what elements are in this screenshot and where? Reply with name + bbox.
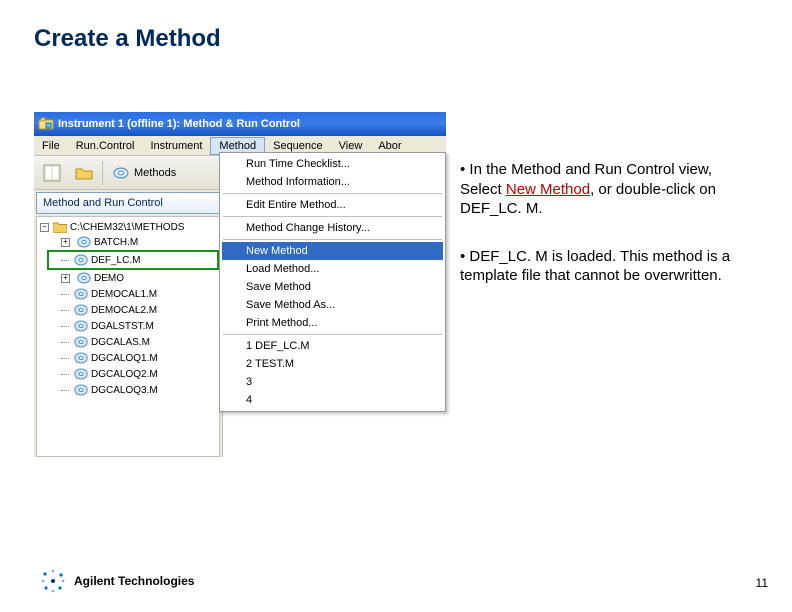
tree-item-label: DEMO — [94, 273, 124, 284]
tree-connector — [61, 358, 69, 359]
tree-item[interactable]: DGCALOQ1.M — [37, 350, 219, 366]
page-number: 11 — [756, 576, 768, 590]
menu-separator — [223, 334, 442, 335]
bullet-2: • DEF_LC. M is loaded. This method is a … — [460, 247, 750, 286]
tree-item[interactable]: + BATCH.M — [37, 234, 219, 250]
menu-item[interactable]: New Method — [222, 242, 443, 260]
method-icon — [111, 163, 131, 183]
menu-separator — [223, 239, 442, 240]
menu-separator — [223, 193, 442, 194]
minus-icon[interactable]: − — [40, 223, 49, 232]
tree-item-label: DEMOCAL1.M — [91, 289, 157, 300]
menu-separator — [223, 216, 442, 217]
menu-item[interactable]: Load Method... — [222, 260, 443, 278]
menu-file[interactable]: File — [34, 136, 68, 155]
tree-item[interactable]: DEMOCAL1.M — [37, 286, 219, 302]
method-file-icon — [77, 272, 91, 284]
menu-instrument[interactable]: Instrument — [142, 136, 210, 155]
method-file-icon — [74, 368, 88, 380]
tree-connector — [61, 260, 69, 261]
method-file-icon — [74, 254, 88, 266]
nav-header[interactable]: Method and Run Control — [36, 192, 220, 214]
tree-connector — [61, 390, 69, 391]
window-titlebar: Instrument 1 (offline 1): Method & Run C… — [34, 112, 446, 136]
spark-icon — [40, 568, 66, 594]
toolbar: Methods — [34, 156, 222, 190]
footer-logo: Agilent Technologies — [40, 568, 194, 594]
plus-icon[interactable]: + — [61, 274, 70, 283]
method-file-icon — [74, 352, 88, 364]
tree-connector — [61, 294, 69, 295]
menu-item[interactable]: 2 TEST.M — [222, 355, 443, 373]
tree-item[interactable]: DGCALAS.M — [37, 334, 219, 350]
menu-item[interactable]: Save Method — [222, 278, 443, 296]
method-file-icon — [74, 336, 88, 348]
method-file-icon — [74, 384, 88, 396]
toolbar-btn-1[interactable] — [38, 160, 66, 186]
tree-item-label: DGCALAS.M — [91, 337, 150, 348]
toolbar-methods-label: Methods — [134, 167, 176, 179]
window-title: Instrument 1 (offline 1): Method & Run C… — [58, 118, 300, 130]
menu-item[interactable]: 1 DEF_LC.M — [222, 337, 443, 355]
tree-item-label: DGCALOQ2.M — [91, 369, 158, 380]
tree-item-label: DEMOCAL2.M — [91, 305, 157, 316]
menu-item[interactable]: Run Time Checklist... — [222, 155, 443, 173]
toolbar-btn-2[interactable] — [70, 160, 98, 186]
method-file-icon — [74, 288, 88, 300]
report-icon — [42, 163, 62, 183]
tree-item-label: DGCALOQ1.M — [91, 353, 158, 364]
tree-item[interactable]: DEMOCAL2.M — [37, 302, 219, 318]
tree-item[interactable]: DGALSTST.M — [37, 318, 219, 334]
plus-icon[interactable]: + — [61, 238, 70, 247]
tree-root-label: C:\CHEM32\1\METHODS — [70, 222, 184, 233]
tree-item-label: DGALSTST.M — [91, 321, 154, 332]
tree-connector — [61, 374, 69, 375]
toolbar-btn-methods[interactable]: Methods — [107, 160, 180, 186]
company-name: Agilent Technologies — [74, 574, 194, 588]
tree-root[interactable]: − C:\CHEM32\1\METHODS — [37, 220, 219, 234]
tree-connector — [61, 326, 69, 327]
tree-item[interactable]: DGCALOQ3.M — [37, 382, 219, 398]
tree-item[interactable]: DGCALOQ2.M — [37, 366, 219, 382]
slide-content: • In the Method and Run Control view, Se… — [460, 160, 750, 314]
tree-item-label: DEF_LC.M — [91, 255, 140, 266]
menu-item[interactable]: Edit Entire Method... — [222, 196, 443, 214]
menu-item[interactable]: 4 — [222, 391, 443, 409]
toolbar-separator — [102, 161, 103, 185]
tree-item[interactable]: + DEMO — [37, 270, 219, 286]
app-window: Instrument 1 (offline 1): Method & Run C… — [34, 112, 446, 457]
tree-connector — [61, 342, 69, 343]
app-icon — [38, 116, 54, 132]
menu-runcontrol[interactable]: Run.Control — [68, 136, 143, 155]
menu-item[interactable]: Print Method... — [222, 314, 443, 332]
folder-icon — [53, 221, 67, 233]
menu-item[interactable]: 3 — [222, 373, 443, 391]
slide-title: Create a Method — [34, 25, 221, 53]
tree-connector — [61, 310, 69, 311]
left-panel: Methods Method and Run Control − C:\CHEM… — [34, 156, 222, 457]
methods-tree: − C:\CHEM32\1\METHODS + BATCH.M DEF_LC.M + D… — [36, 216, 220, 457]
method-file-icon — [74, 304, 88, 316]
tree-item-label: BATCH.M — [94, 237, 138, 248]
method-file-icon — [74, 320, 88, 332]
menu-item[interactable]: Method Information... — [222, 173, 443, 191]
tree-item[interactable]: DEF_LC.M — [47, 250, 219, 270]
bullet1-link: New Method — [506, 181, 590, 198]
method-dropdown: Run Time Checklist...Method Information.… — [219, 152, 446, 412]
tree-item-label: DGCALOQ3.M — [91, 385, 158, 396]
method-file-icon — [77, 236, 91, 248]
method-menu-panel: Run Time Checklist...Method Information.… — [222, 156, 446, 457]
menu-item[interactable]: Method Change History... — [222, 219, 443, 237]
menu-item[interactable]: Save Method As... — [222, 296, 443, 314]
bullet-1: • In the Method and Run Control view, Se… — [460, 160, 750, 219]
folder-open-icon — [74, 163, 94, 183]
